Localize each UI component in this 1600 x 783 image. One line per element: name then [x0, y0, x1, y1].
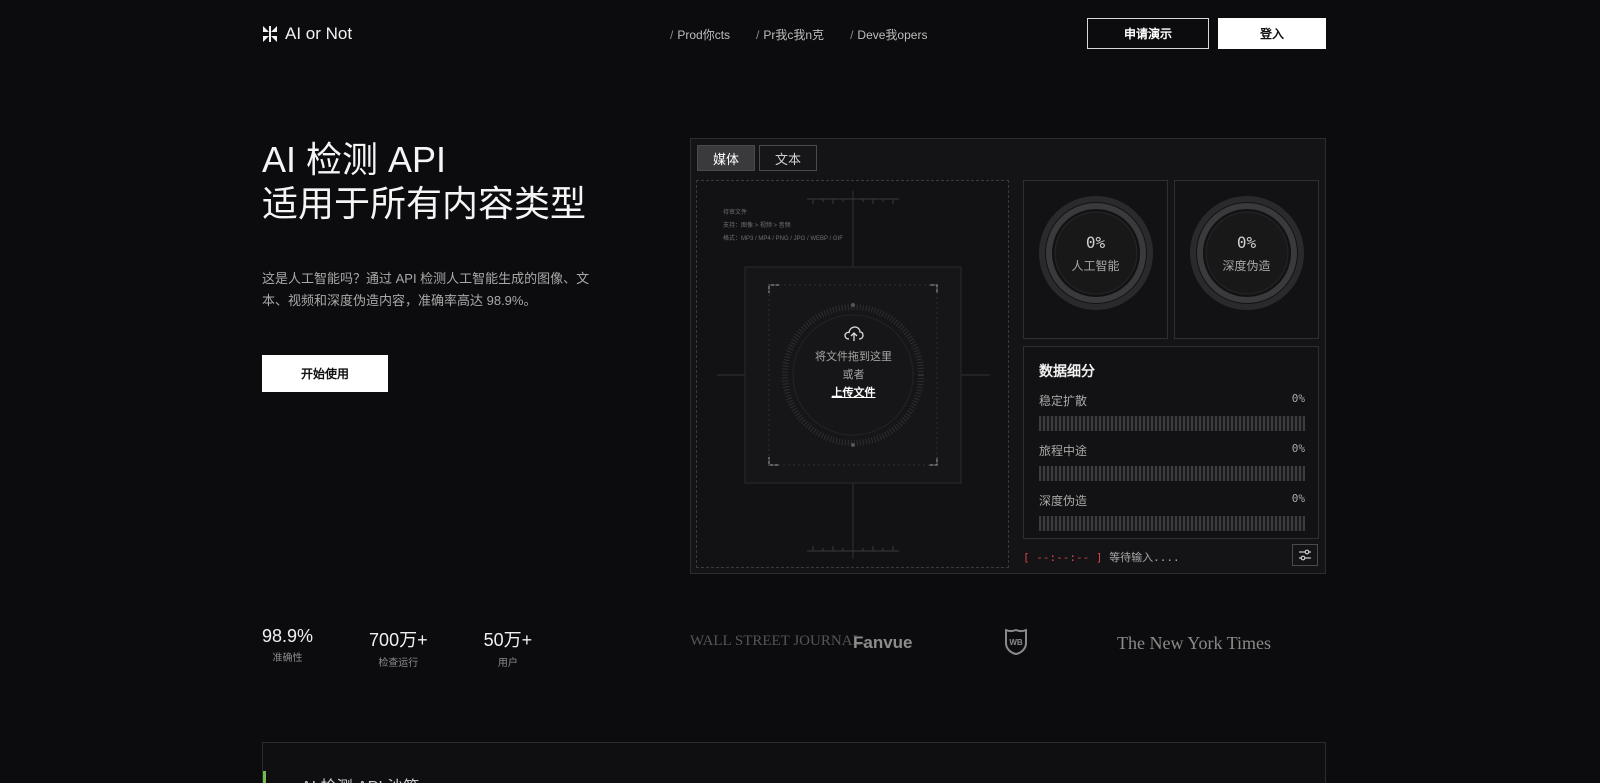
row-progress-bar	[1039, 466, 1305, 481]
brand-logo[interactable]: AI or Not	[262, 24, 352, 44]
status-text: 等待输入....	[1109, 551, 1180, 564]
logo-nyt: The New York Times	[1117, 633, 1272, 653]
row-percent: 0%	[1291, 392, 1305, 405]
row-percent: 0%	[1291, 492, 1305, 505]
dropzone-prompt: 将文件拖到这里 或者 上传文件	[697, 326, 1008, 402]
hero-description: 这是人工智能吗？通过 API 检测人工智能生成的图像、文本、视频和深度伪造内容，…	[262, 271, 590, 308]
deepfake-gauge-value: 0%	[1236, 233, 1257, 252]
breakdown-row-deepfake: 深度伪造 0%	[1039, 492, 1305, 531]
cloud-upload-icon	[843, 326, 864, 341]
stat-value: 50万+	[483, 630, 533, 650]
status-line: [ --:--:-- ] 等待输入....	[1023, 549, 1180, 565]
logo-wb: WB	[1005, 628, 1027, 660]
hero-title: AI 检测 API 适用于所有内容类型	[262, 138, 586, 226]
info-line: 格式：MP3 / MP4 / PNG / JPG / WEBP / GIF	[723, 236, 843, 242]
stat-value: 98.9%	[262, 626, 314, 646]
login-button[interactable]: 登入	[1218, 18, 1326, 49]
ai-gauge-value: 0%	[1085, 233, 1106, 252]
row-progress-bar	[1039, 416, 1305, 431]
stat-accuracy: 98.9% 准确性	[262, 626, 313, 669]
row-name: 深度伪造	[1039, 494, 1088, 508]
nav-link-pricing[interactable]: / Pr我c我n克	[756, 26, 824, 43]
ai-gauge-ring	[1039, 196, 1153, 310]
nav-link-developers[interactable]: / Deve我opers	[850, 26, 927, 43]
request-demo-button[interactable]: 申请演示	[1087, 18, 1209, 49]
data-breakdown: 数据细分 稳定扩散 0% 旅程中途 0% 深度伪造 0%	[1023, 346, 1319, 539]
nav-link-products[interactable]: / Prod你cts	[670, 26, 730, 43]
status-time: --:--:--	[1036, 551, 1090, 564]
stats-row: 98.9% 准确性 700万+ 检查运行 50万+ 用户	[262, 626, 588, 669]
stat-users: 50万+ 用户	[484, 626, 533, 669]
brand-name: AI or Not	[285, 24, 353, 43]
svg-text:WB: WB	[1009, 638, 1023, 647]
stat-value: 700万+	[369, 630, 428, 650]
top-nav: AI or Not / Prod你cts / Pr我c我n克 / Deve我opers…	[262, 18, 1326, 50]
row-percent: 0%	[1291, 442, 1305, 455]
upload-file-link[interactable]: 上传文件	[697, 384, 1008, 402]
or-text: 或者	[842, 369, 865, 381]
widget-tabs: 媒体 文本	[697, 145, 818, 171]
deepfake-gauge-ring	[1190, 196, 1304, 310]
wb-shield-icon: WB	[1005, 628, 1027, 656]
hero-title-line1: AI 检测 API	[262, 139, 447, 180]
info-line: 待审文件	[723, 210, 748, 216]
logo-fanvue: Fanvue	[853, 633, 913, 652]
stat-label: 准确性	[272, 653, 303, 664]
file-dropzone[interactable]: 待审文件 支持：图像 > 视频 > 音频 格式：MP3 / MP4 / PNG …	[696, 180, 1009, 568]
drag-text: 将文件拖到这里	[815, 351, 892, 363]
breakdown-row-midjourney: 旅程中途 0%	[1039, 442, 1305, 481]
status-bracket-open: [	[1023, 551, 1030, 564]
ai-gauge-label: 人工智能	[1071, 259, 1120, 273]
logo-wsj: WALL STREET JOURNAL.	[690, 633, 866, 649]
settings-button[interactable]	[1292, 544, 1318, 566]
breakdown-title: 数据细分	[1039, 363, 1095, 379]
tab-text[interactable]: 文本	[759, 145, 818, 171]
dropzone-info: 待审文件 支持：图像 > 视频 > 音频 格式：MP3 / MP4 / PNG …	[723, 207, 843, 246]
stat-label: 检查运行	[378, 658, 419, 669]
row-name: 稳定扩散	[1039, 394, 1088, 408]
get-started-button[interactable]: 开始使用	[262, 355, 388, 392]
sandbox-section: AI 检测 API 沙箱	[262, 742, 1326, 783]
breakdown-row-stable-diffusion: 稳定扩散 0%	[1039, 392, 1305, 431]
status-bracket-close: ]	[1095, 551, 1103, 564]
ai-gauge: 0% 人工智能	[1023, 180, 1168, 339]
deepfake-gauge-label: 深度伪造	[1222, 259, 1271, 273]
logo-icon	[263, 26, 277, 42]
stat-checks: 700万+ 检查运行	[369, 626, 428, 669]
sliders-icon	[1299, 549, 1311, 561]
row-progress-bar	[1039, 516, 1305, 531]
sandbox-accent-bar	[263, 771, 266, 783]
info-line: 支持：图像 > 视频 > 音频	[723, 223, 791, 229]
row-name: 旅程中途	[1039, 444, 1088, 458]
detection-widget: 媒体 文本 待审文件 支持：图像 > 视频 > 音频 格式：MP3 / MP4 …	[690, 138, 1326, 574]
stat-label: 用户	[497, 658, 518, 669]
hero-title-line2: 适用于所有内容类型	[262, 183, 587, 224]
nav-links: / Prod你cts / Pr我c我n克 / Deve我opers	[670, 26, 927, 43]
tab-media[interactable]: 媒体	[697, 145, 756, 171]
deepfake-gauge: 0% 深度伪造	[1174, 180, 1319, 339]
sandbox-title: AI 检测 API 沙箱	[301, 773, 419, 783]
